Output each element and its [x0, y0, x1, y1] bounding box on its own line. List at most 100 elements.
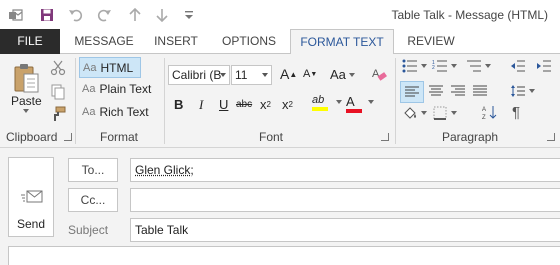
cut-icon[interactable]: [50, 60, 66, 76]
highlighter-icon: ab: [312, 94, 325, 106]
paste-button[interactable]: Paste: [11, 94, 42, 108]
paste-dropdown-icon[interactable]: [20, 109, 29, 113]
change-case-button[interactable]: Aa: [330, 67, 355, 82]
rich-aa-icon: Aa: [82, 106, 96, 118]
format-rich-text-button[interactable]: Aa Rich Text: [82, 105, 149, 119]
paragraph-group-label: Paragraph: [442, 130, 499, 144]
subscript-button[interactable]: x2: [260, 97, 271, 112]
copy-icon[interactable]: [50, 84, 66, 100]
font-color-dropdown-icon[interactable]: [365, 100, 374, 104]
paragraph-launcher-icon[interactable]: [547, 133, 555, 141]
clipboard-launcher-icon[interactable]: [64, 133, 72, 141]
send-button[interactable]: Send: [8, 157, 54, 237]
highlight-dropdown-icon[interactable]: [333, 100, 342, 104]
compose-header: Send To... Glen Glick; Cc... Subject Tab…: [0, 148, 560, 265]
group-divider: [395, 58, 396, 144]
line-spacing-button[interactable]: [510, 84, 535, 98]
align-center-icon: [429, 85, 443, 96]
clipboard-paste-icon[interactable]: [10, 60, 44, 98]
cc-button[interactable]: Cc...: [68, 188, 118, 212]
font-group-label: Font: [259, 130, 284, 144]
decrease-indent-button[interactable]: [510, 59, 526, 73]
subject-label: Subject: [68, 223, 109, 237]
subject-field[interactable]: Table Talk: [130, 218, 560, 242]
decrease-indent-icon: [511, 60, 525, 72]
italic-icon: I: [199, 97, 204, 112]
strikethrough-button[interactable]: abc: [236, 99, 252, 110]
group-divider: [75, 58, 76, 144]
tab-review[interactable]: REVIEW: [400, 29, 462, 54]
underline-button[interactable]: U: [219, 97, 228, 112]
borders-button[interactable]: [432, 105, 457, 121]
eraser-icon: A: [372, 68, 387, 81]
message-body[interactable]: [8, 246, 560, 265]
align-center-button[interactable]: [428, 84, 444, 98]
line-spacing-icon: [511, 85, 525, 97]
title-bar: Table Talk - Message (HTML): [0, 0, 560, 30]
highlight-button[interactable]: ab: [312, 94, 328, 111]
font-launcher-icon[interactable]: [381, 133, 389, 141]
change-case-icon: Aa: [330, 67, 346, 82]
align-left-button[interactable]: [400, 81, 424, 103]
bold-button[interactable]: B: [174, 97, 183, 112]
save-icon[interactable]: [37, 5, 57, 25]
to-button[interactable]: To...: [68, 158, 118, 182]
tab-format-text[interactable]: FORMAT TEXT: [290, 29, 394, 55]
highlight-color-bar: [312, 107, 328, 111]
svg-text:A: A: [482, 107, 486, 113]
undo-icon[interactable]: [66, 5, 86, 25]
to-recipient[interactable]: Glen Glick;: [135, 163, 194, 177]
font-color-icon: A: [346, 94, 355, 109]
tab-message[interactable]: MESSAGE: [68, 29, 140, 54]
align-right-button[interactable]: [450, 84, 466, 98]
italic-button[interactable]: I: [199, 97, 203, 113]
sort-icon: AZ: [482, 106, 497, 120]
font-color-button[interactable]: A: [346, 94, 362, 113]
send-label: Send: [16, 217, 46, 231]
format-painter-icon[interactable]: [50, 106, 66, 122]
multilevel-list-button[interactable]: [466, 59, 491, 73]
strikethrough-icon: abc: [236, 99, 253, 110]
tab-file[interactable]: FILE: [0, 29, 60, 54]
ribbon-tabs: FILE MESSAGE INSERT OPTIONS FORMAT TEXT …: [0, 29, 560, 55]
grow-font-button[interactable]: A ▲: [280, 66, 297, 82]
clear-formatting-button[interactable]: A: [371, 66, 387, 82]
justify-button[interactable]: [472, 84, 488, 98]
paint-bucket-icon: [404, 107, 416, 119]
font-size-combo[interactable]: 11: [231, 65, 272, 85]
numbering-button[interactable]: 12: [432, 59, 457, 73]
redo-icon[interactable]: [94, 5, 114, 25]
format-plain-text-button[interactable]: Aa Plain Text: [82, 82, 151, 96]
format-html-button[interactable]: Aa HTML: [79, 57, 141, 78]
to-field[interactable]: Glen Glick;: [130, 158, 560, 182]
shrink-font-button[interactable]: A ▼: [303, 68, 317, 80]
plain-aa-icon: Aa: [82, 83, 96, 95]
up-arrow-icon[interactable]: [125, 5, 145, 25]
bullets-button[interactable]: [402, 59, 427, 73]
numbering-icon: 12: [432, 60, 447, 72]
customize-qat-icon[interactable]: [179, 5, 199, 25]
down-arrow-icon[interactable]: [152, 5, 172, 25]
window-title: Table Talk - Message (HTML): [391, 8, 549, 22]
html-aa-icon: Aa: [83, 61, 97, 74]
group-divider: [164, 58, 165, 144]
chevron-down-icon: [262, 73, 268, 77]
sort-button[interactable]: AZ: [482, 104, 498, 120]
tab-insert[interactable]: INSERT: [146, 29, 206, 54]
font-size-value: 11: [235, 68, 248, 82]
increase-indent-button[interactable]: [536, 59, 552, 73]
paste-label: Paste: [11, 94, 42, 108]
format-rich-label: Rich Text: [99, 105, 149, 119]
font-color-bar: [346, 109, 362, 113]
cc-field[interactable]: [130, 188, 560, 212]
tab-options[interactable]: OPTIONS: [212, 29, 286, 54]
ribbon-format-text: Paste Clipboard Aa HTML Aa Plain Text Aa…: [0, 54, 560, 148]
shading-button[interactable]: [402, 105, 427, 121]
send-envelope-icon: [21, 190, 43, 203]
font-name-value: Calibri (B: [172, 68, 222, 82]
align-left-icon: [405, 86, 419, 97]
font-name-combo[interactable]: Calibri (B: [168, 65, 230, 85]
pilcrow-icon: ¶: [512, 104, 521, 121]
superscript-button[interactable]: x2: [282, 97, 293, 112]
show-formatting-button[interactable]: ¶: [512, 104, 520, 121]
